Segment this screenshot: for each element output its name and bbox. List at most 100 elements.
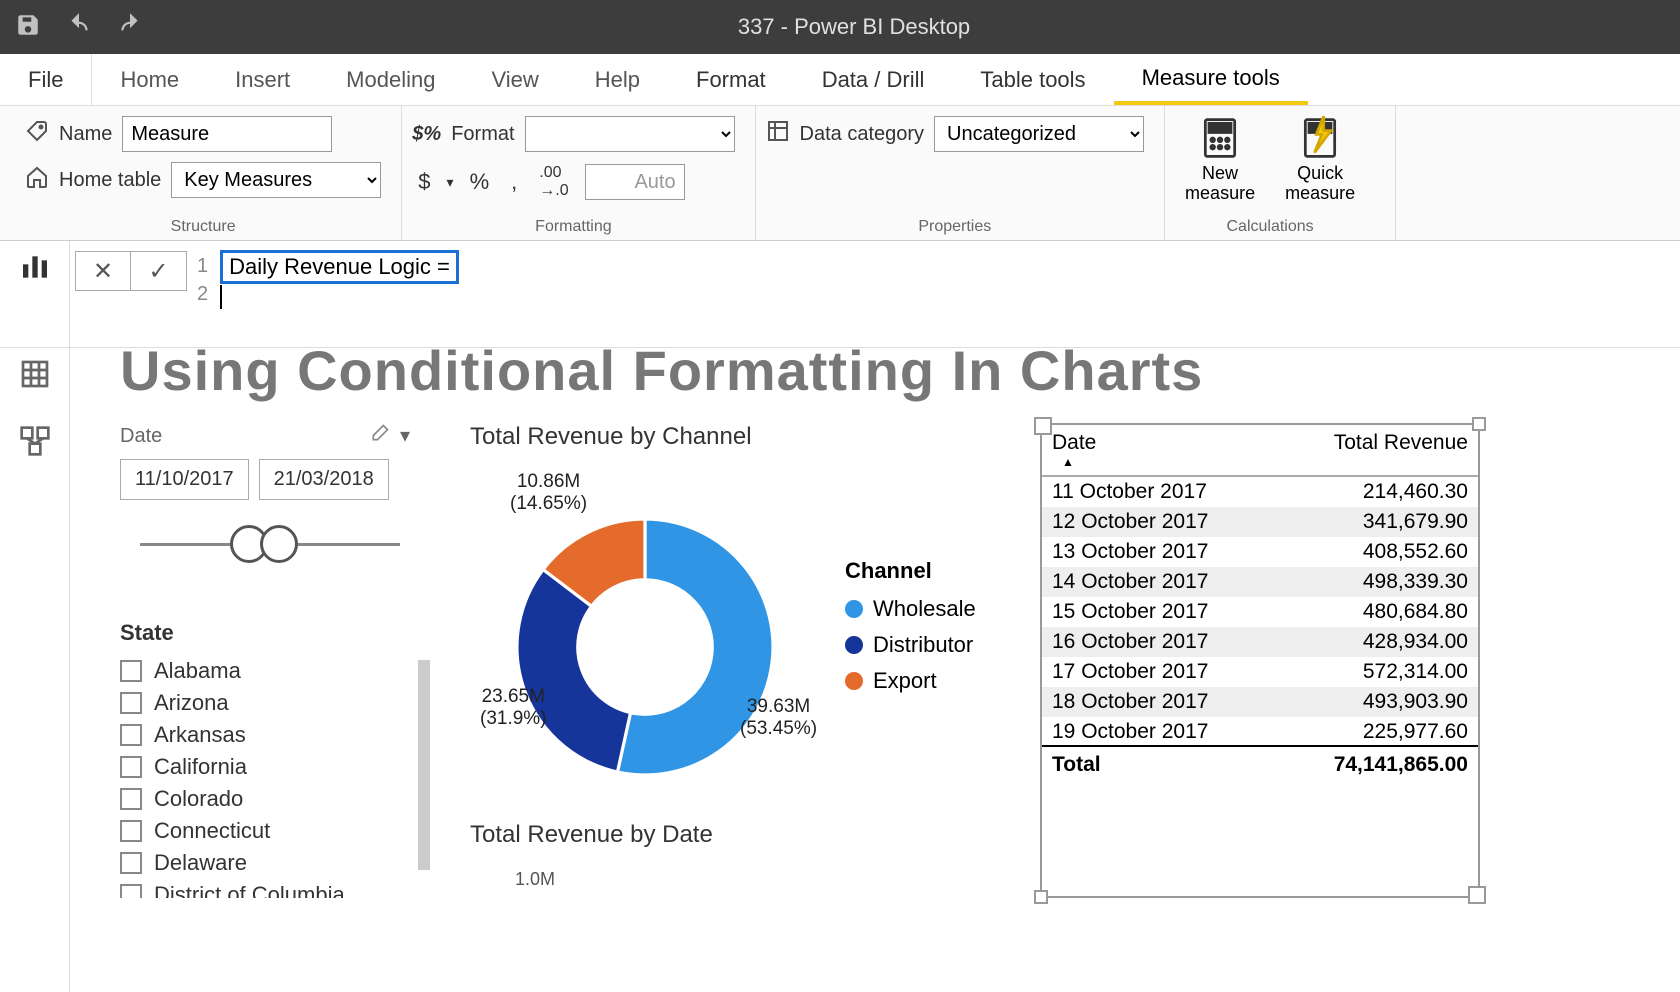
model-view-icon[interactable] (19, 425, 51, 462)
state-label: Delaware (154, 850, 247, 876)
checkbox-icon[interactable] (120, 852, 142, 874)
report-canvas[interactable]: Using Conditional Formatting In Charts D… (70, 348, 1680, 992)
dropdown-icon[interactable]: ▾ (447, 174, 454, 191)
state-item[interactable]: District of Columbia (120, 882, 420, 898)
cell-date: 16 October 2017 (1042, 627, 1282, 657)
table-row[interactable]: 18 October 2017493,903.90 (1042, 687, 1478, 717)
quick-measure-button[interactable]: Quick measure (1275, 116, 1365, 204)
percent-button[interactable]: % (464, 167, 496, 197)
new-measure-button[interactable]: New measure (1175, 116, 1265, 204)
group-label-calculations: Calculations (1175, 218, 1365, 240)
table-row[interactable]: 14 October 2017498,339.30 (1042, 567, 1478, 597)
state-item[interactable]: Alabama (120, 658, 420, 684)
report-view-icon[interactable] (19, 251, 51, 288)
tab-view[interactable]: View (463, 54, 566, 105)
table-col-date[interactable]: Date (1052, 431, 1096, 454)
state-item[interactable]: Arizona (120, 690, 420, 716)
ribbon: Name Home table Key Measures Structure $… (0, 106, 1680, 241)
tab-measure-tools[interactable]: Measure tools (1114, 54, 1308, 105)
home-table-select[interactable]: Key Measures (171, 162, 381, 198)
redo-icon[interactable] (117, 12, 143, 43)
currency-button[interactable]: $ (412, 167, 436, 197)
legend-item[interactable]: Export (845, 668, 976, 694)
undo-icon[interactable] (66, 12, 92, 43)
eraser-icon[interactable] (370, 423, 390, 449)
formula-actions: ✕ ✓ (75, 251, 187, 291)
commit-formula-button[interactable]: ✓ (131, 252, 186, 290)
state-item[interactable]: Colorado (120, 786, 420, 812)
group-label-formatting: Formatting (412, 218, 734, 240)
tab-modeling[interactable]: Modeling (318, 54, 463, 105)
table-row[interactable]: 19 October 2017225,977.60 (1042, 717, 1478, 745)
slider-thumb-to[interactable] (260, 525, 298, 563)
cell-value: 493,903.90 (1282, 687, 1478, 717)
format-icon: $% (412, 123, 441, 146)
legend-item[interactable]: Distributor (845, 632, 976, 658)
checkbox-icon[interactable] (120, 692, 142, 714)
cell-value: 498,339.30 (1282, 567, 1478, 597)
tab-data-drill[interactable]: Data / Drill (794, 54, 953, 105)
chevron-down-icon[interactable]: ▾ (400, 423, 410, 449)
save-icon[interactable] (15, 12, 41, 43)
checkbox-icon[interactable] (120, 724, 142, 746)
cell-date: 12 October 2017 (1042, 507, 1282, 537)
state-item[interactable]: Delaware (120, 850, 420, 876)
donut-data-label: 10.86M (14.65%) (510, 471, 587, 515)
checkbox-icon[interactable] (120, 660, 142, 682)
view-switcher (0, 241, 70, 347)
date-slicer-visual[interactable]: Date ▾ 11/10/2017 21/03/2018 (120, 423, 420, 898)
state-slicer-visual[interactable]: State AlabamaArizonaArkansasCaliforniaCo… (120, 620, 420, 898)
table-col-revenue[interactable]: Total Revenue (1282, 425, 1478, 475)
cell-value: 428,934.00 (1282, 627, 1478, 657)
checkbox-icon[interactable] (120, 788, 142, 810)
donut-data-label: 39.63M (53.45%) (740, 696, 817, 740)
state-item[interactable]: Arkansas (120, 722, 420, 748)
bar-chart-visual[interactable]: Total Revenue by Date 1.0M (470, 821, 990, 890)
table-row[interactable]: 15 October 2017480,684.80 (1042, 597, 1478, 627)
table-row[interactable]: 13 October 2017408,552.60 (1042, 537, 1478, 567)
cell-value: 572,314.00 (1282, 657, 1478, 687)
tab-table-tools[interactable]: Table tools (952, 54, 1113, 105)
checkbox-icon[interactable] (120, 820, 142, 842)
formula-editor[interactable]: Daily Revenue Logic = (214, 246, 459, 342)
state-label: Connecticut (154, 818, 270, 844)
cell-value: 341,679.90 (1282, 507, 1478, 537)
date-to-input[interactable]: 21/03/2018 (259, 459, 389, 500)
ribbon-tabs: File HomeInsertModelingViewHelpFormatDat… (0, 54, 1680, 106)
data-category-select[interactable]: Uncategorized (934, 116, 1144, 152)
state-label: Arkansas (154, 722, 246, 748)
table-visual[interactable]: Date▲ Total Revenue 11 October 2017214,4… (1040, 423, 1480, 898)
checkbox-icon[interactable] (120, 884, 142, 898)
file-tab[interactable]: File (0, 54, 92, 105)
date-slicer-label: Date (120, 425, 162, 448)
cancel-formula-button[interactable]: ✕ (76, 252, 131, 290)
tab-help[interactable]: Help (567, 54, 668, 105)
tab-insert[interactable]: Insert (207, 54, 318, 105)
comma-button[interactable]: , (505, 167, 523, 197)
state-item[interactable]: Connecticut (120, 818, 420, 844)
date-range-slider[interactable] (140, 525, 400, 565)
text-cursor (220, 285, 222, 309)
tab-format[interactable]: Format (668, 54, 794, 105)
cell-date: 18 October 2017 (1042, 687, 1282, 717)
state-item[interactable]: California (120, 754, 420, 780)
table-row[interactable]: 11 October 2017214,460.30 (1042, 477, 1478, 507)
tab-home[interactable]: Home (92, 54, 207, 105)
checkbox-icon[interactable] (120, 756, 142, 778)
date-from-input[interactable]: 11/10/2017 (120, 459, 249, 500)
measure-name-input[interactable] (122, 116, 332, 152)
legend-label: Export (873, 668, 937, 694)
table-row[interactable]: 12 October 2017341,679.90 (1042, 507, 1478, 537)
state-label: Colorado (154, 786, 243, 812)
cell-date: 13 October 2017 (1042, 537, 1282, 567)
legend-item[interactable]: Wholesale (845, 596, 976, 622)
donut-chart-visual[interactable]: Total Revenue by Channel 39.63M (53.45%)… (470, 423, 990, 898)
scrollbar[interactable] (418, 660, 430, 870)
decimals-button[interactable]: .00→.0 (533, 162, 574, 202)
table-row[interactable]: 17 October 2017572,314.00 (1042, 657, 1478, 687)
home-icon (25, 165, 49, 195)
data-view-icon[interactable] (19, 358, 51, 395)
decimals-input[interactable] (585, 164, 685, 200)
table-row[interactable]: 16 October 2017428,934.00 (1042, 627, 1478, 657)
format-select[interactable] (525, 116, 735, 152)
